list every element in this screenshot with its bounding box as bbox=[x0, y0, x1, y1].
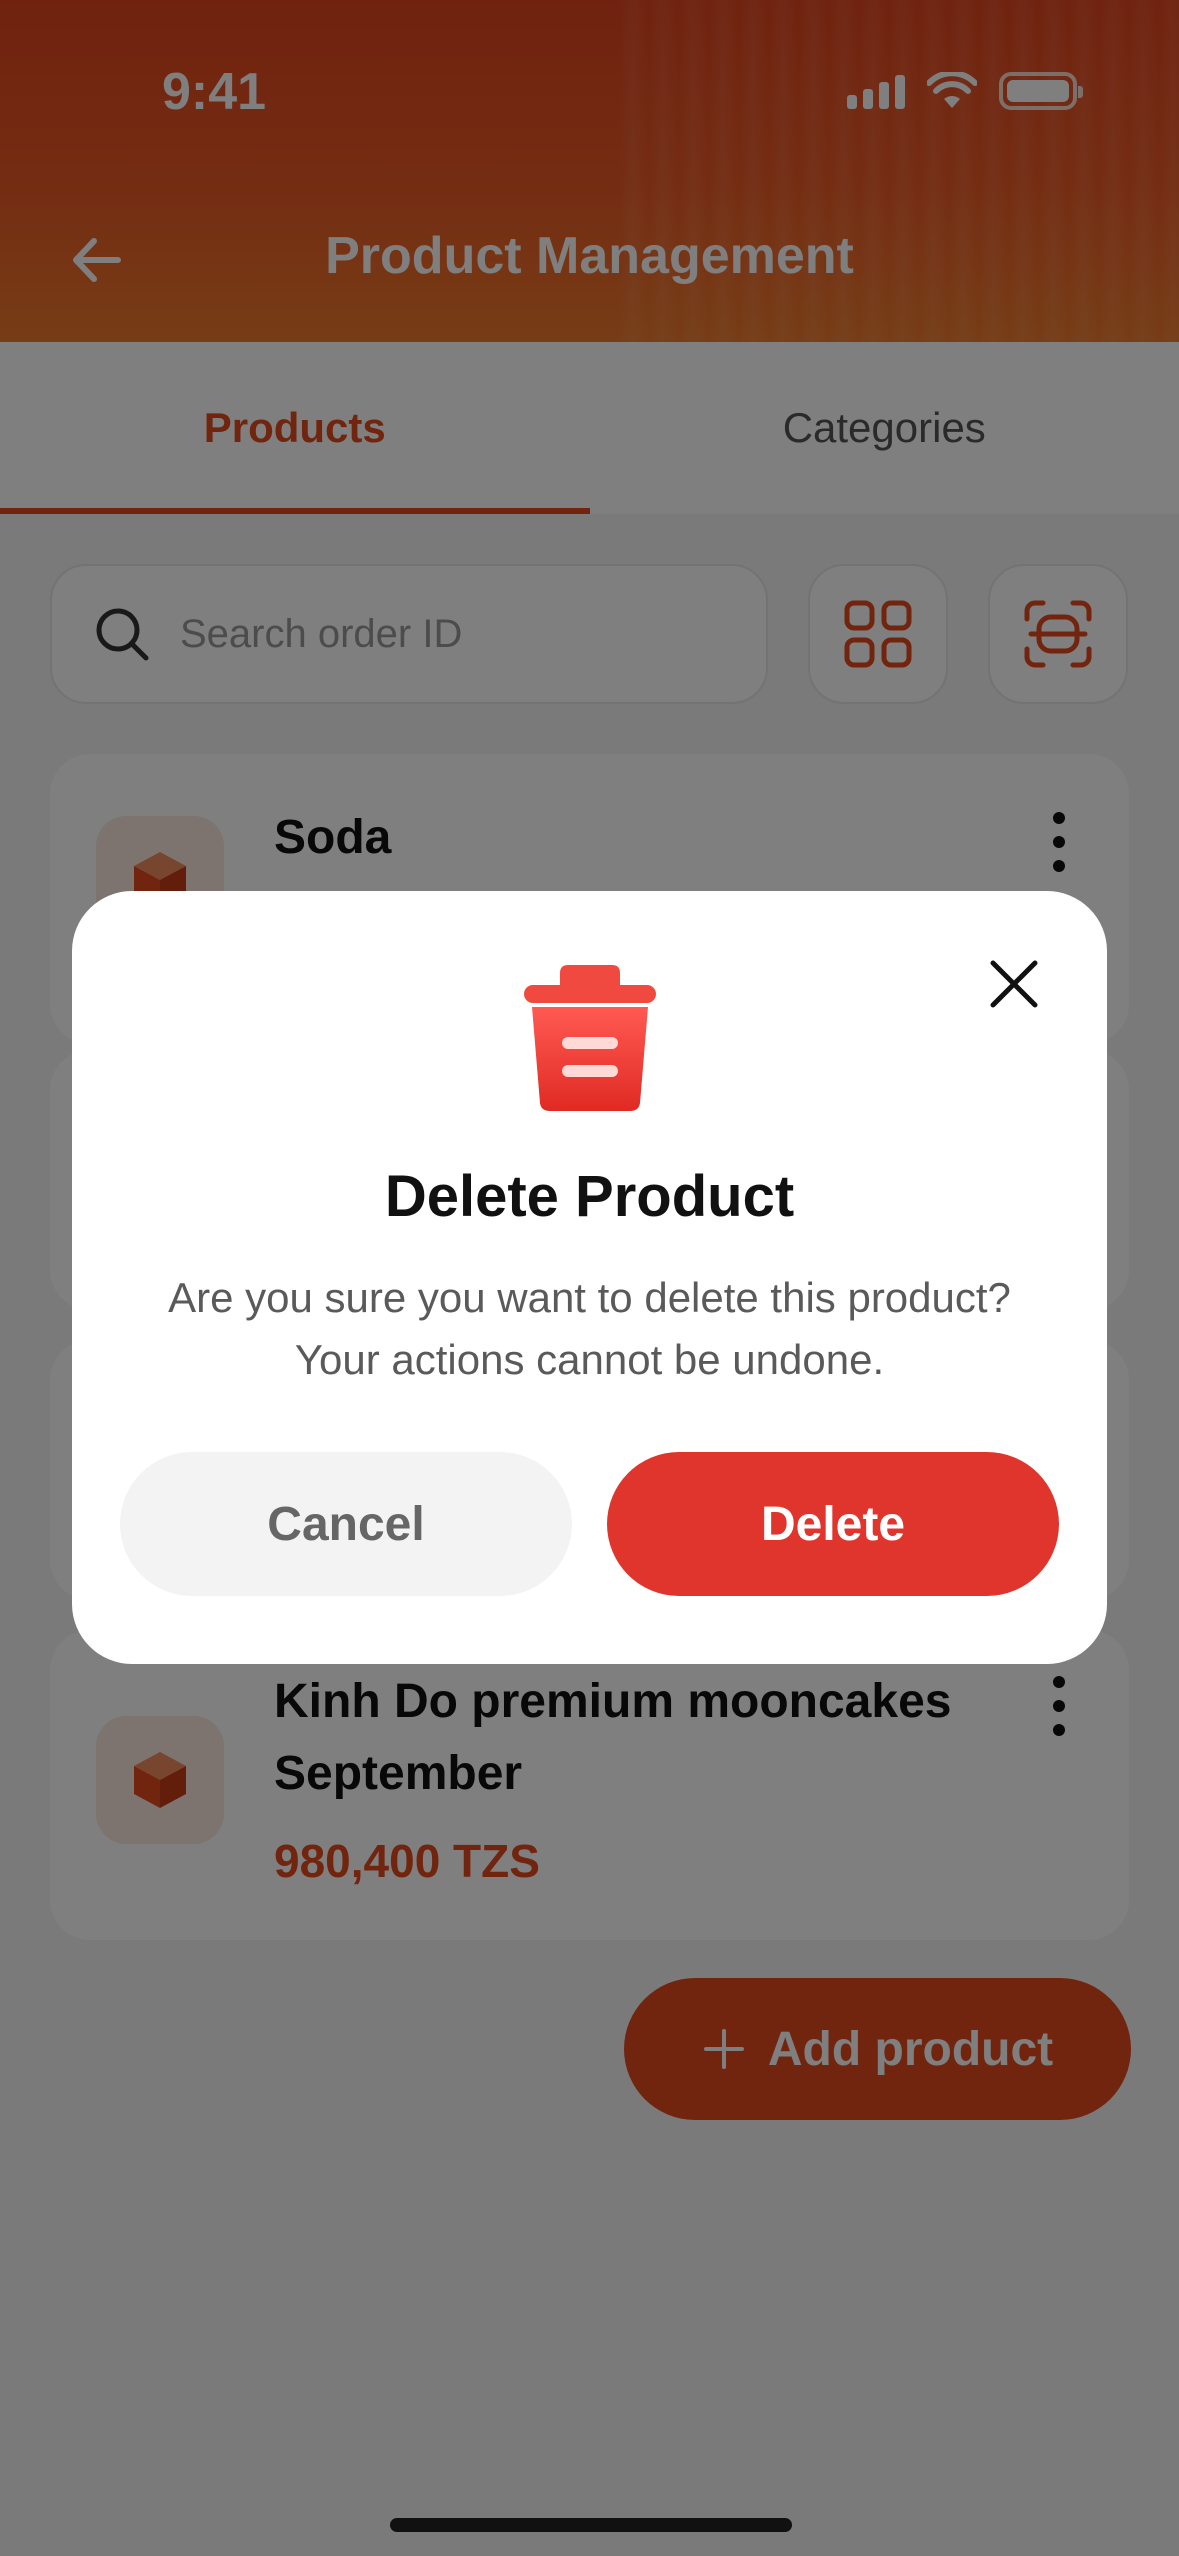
delete-product-dialog: Delete Product Are you sure you want to … bbox=[72, 891, 1107, 1664]
dialog-message: Are you sure you want to delete this pro… bbox=[168, 1274, 1011, 1383]
trash-icon bbox=[524, 965, 656, 1111]
delete-button[interactable]: Delete bbox=[607, 1452, 1059, 1596]
close-icon[interactable] bbox=[979, 949, 1049, 1019]
home-indicator bbox=[390, 2518, 792, 2532]
cancel-button[interactable]: Cancel bbox=[120, 1452, 572, 1596]
dialog-title: Delete Product bbox=[384, 1164, 795, 1229]
